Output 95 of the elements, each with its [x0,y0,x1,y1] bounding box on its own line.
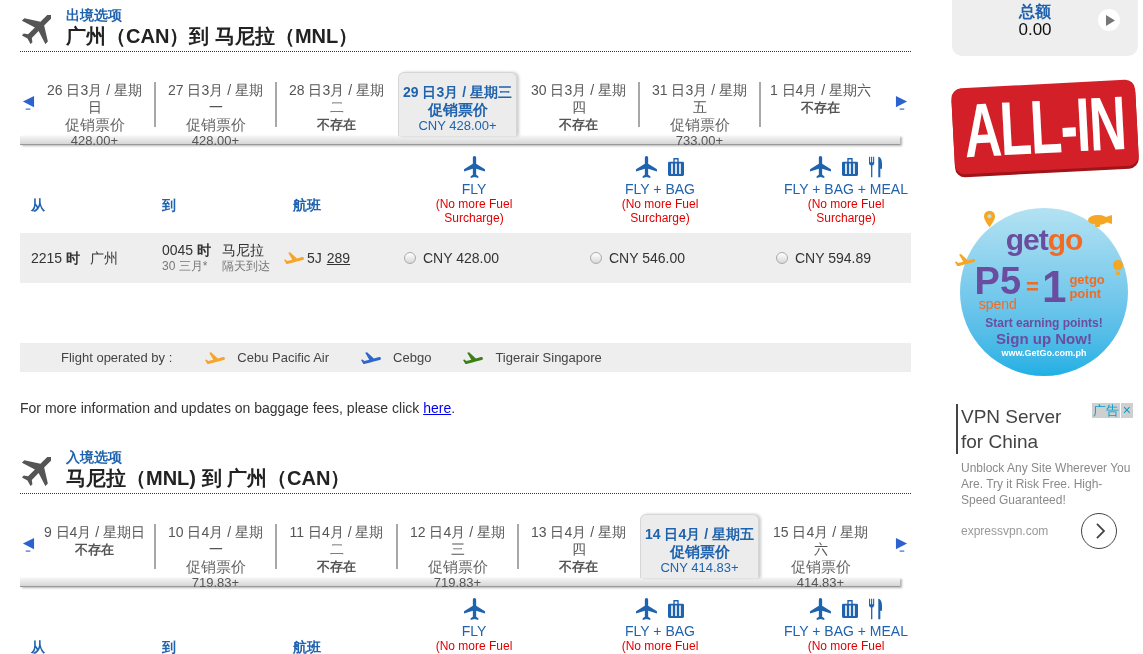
fare-type-label: FLY + BAG + MEAL [784,623,908,639]
suitcase-icon [668,599,684,618]
column-header: 航班 [293,639,321,654]
date-tab[interactable]: 14 日4月 / 星期五 促销票价 CNY 414.83+ [640,514,759,578]
left-arrow-icon[interactable] [22,95,35,110]
date-tab[interactable]: 12 日4月 / 星期三 促销票价 719.83+ [398,514,517,590]
ad-badge: 广告 [1091,403,1120,418]
column-header: 航班 [293,197,321,213]
date-tab[interactable]: 31 日3月 / 星期五 促销票价 733.00+ [640,72,759,148]
arrival-city: 马尼拉 [222,242,266,258]
ad-caption: spend [978,298,1017,310]
airplane-icon [810,155,831,178]
operator-name: Cebu Pacific Air [237,348,330,367]
total-label: 总额 [1019,4,1051,20]
fork-knife-icon [869,597,882,620]
radio-button[interactable] [590,252,602,264]
fare-price: CNY 428.00 [423,248,499,268]
airplane-icon [954,254,976,266]
fare-price: CNY 546.00 [609,248,685,268]
play-icon [1105,14,1115,26]
fare-note: (No more Fuel Surcharge) [806,197,886,225]
column-header: 从 [31,197,45,213]
fare-type-label: FLY + BAG + MEAL [784,181,908,197]
column-header: 到 [162,197,176,213]
ad-url: www.GetGo.com.ph [1001,347,1087,359]
section-label: 入境选项 [66,449,122,465]
date-tab[interactable]: 11 日4月 / 星期二 不存在 [277,514,396,590]
fare-note: (No more Fuel Surcharge) [620,197,700,225]
here-link[interactable]: here [423,400,452,416]
date-tab[interactable]: 13 日4月 / 星期四 不存在 [519,514,638,590]
fare-type-label: FLY + BAG [625,181,695,197]
fork-knife-icon [869,155,882,178]
ad-amount: 1 [1041,265,1067,309]
total-amount: 0.00 [1018,20,1052,40]
operator-name: Tigerair Singapore [495,348,602,367]
operators-label: Flight operated by : [61,348,173,367]
column-header: 从 [31,639,45,654]
fare-note: (No more Fuel [807,639,885,653]
right-arrow-icon[interactable] [895,95,908,110]
suitcase-icon [842,599,858,618]
arrival-date: 30 三月* [162,258,209,274]
ad-headline[interactable]: VPN Server for China [956,404,1066,454]
ad-amount: P5 [974,264,1022,298]
radio-button[interactable] [404,252,416,264]
airplane-icon [463,597,485,620]
fare-type-label: FLY [461,181,487,197]
ad-tagline: Start earning points! [985,316,1103,330]
route-title: 广州（CAN）到 马尼拉（MNL） [66,24,359,49]
ad-description: Unblock Any Site Wherever You Are. Try it Risk Free. High-Speed Guaranteed! [961,460,1132,508]
date-tab[interactable]: 10 日4月 / 星期一 促销票价 719.83+ [156,514,275,590]
date-tab[interactable]: 29 日3月 / 星期三 促销票价 CNY 428.00+ [398,72,517,136]
airplane-icon [636,597,657,620]
ad-logo: getgo [1005,224,1083,256]
date-tab[interactable]: 28 日3月 / 星期二 不存在 [277,72,396,148]
date-tab[interactable]: 30 日3月 / 星期四 不存在 [519,72,638,148]
fare-note: (No more Fuel [621,639,699,653]
map-pin-icon [984,210,995,228]
date-tab[interactable]: 26 日3月 / 星期日 促销票价 428.00+ [35,72,154,148]
radio-button[interactable] [776,252,788,264]
route-title: 马尼拉（MNL) 到 广州（CAN） [66,466,351,491]
airplane-icon [463,155,485,178]
column-header: 到 [162,639,176,654]
play-button[interactable] [1098,9,1120,31]
operator-name: Cebgo [393,348,432,367]
airplane-icon [22,457,51,486]
fare-note: (No more Fuel [435,639,513,653]
airplane-icon [22,15,51,44]
ad-caption: getgo point [1069,273,1106,301]
departure-time: 2215 时 [31,248,81,268]
date-tab[interactable]: 27 日3月 / 星期一 促销票价 428.00+ [156,72,275,148]
date-tab[interactable]: 15 日4月 / 星期六 促销票价 414.83+ [761,514,880,590]
promo-badge: ALL-IN [950,79,1140,175]
suitcase-icon [842,157,858,176]
airplane-icon [810,597,831,620]
right-arrow-icon[interactable] [895,537,908,552]
carrier-code: 5J [307,248,322,268]
date-tab[interactable]: 9 日4月 / 星期日 不存在 [35,514,154,590]
chevron-right-icon [1095,523,1105,539]
date-tab[interactable]: 1 日4月 / 星期六 不存在 [761,72,880,148]
departure-city: 广州 [90,248,119,268]
balloon-icon [1113,260,1123,275]
section-label: 出境选项 [66,7,122,23]
airplane-icon [636,155,657,178]
equals-sign: = [1026,276,1039,298]
baggage-note: For more information and updates on baggage fees, please click here. [20,400,456,416]
arrival-note: 隔天到达 [222,258,271,274]
fare-price: CNY 594.89 [795,248,871,268]
arrival-time: 0045 时 [162,242,212,258]
fare-note: (No more Fuel Surcharge) [434,197,514,225]
suitcase-icon [668,157,684,176]
fare-type-label: FLY + BAG [625,623,695,639]
flight-number-link[interactable]: 289 [326,247,351,269]
left-arrow-icon[interactable] [22,537,35,552]
fare-type-label: FLY [461,623,487,639]
blimp-icon [1088,215,1112,227]
